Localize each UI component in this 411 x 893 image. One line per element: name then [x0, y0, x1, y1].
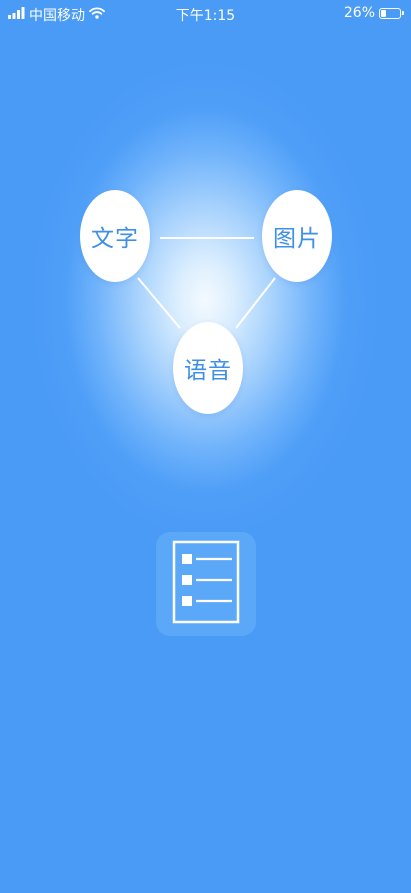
- image-mode-button[interactable]: 图片: [262, 190, 332, 282]
- connection-lines: [137, 237, 276, 329]
- app-screen: 中国移动 下午1:15 26% 文字 图片 语音: [0, 0, 411, 893]
- link-text-voice: [137, 277, 181, 329]
- text-mode-label: 文字: [91, 226, 139, 252]
- voice-mode-label: 语音: [184, 358, 232, 384]
- image-mode-label: 图片: [273, 226, 321, 252]
- voice-mode-button[interactable]: 语音: [173, 322, 243, 414]
- list-button[interactable]: [156, 532, 256, 636]
- link-image-voice: [235, 277, 276, 329]
- text-mode-button[interactable]: 文字: [80, 190, 150, 282]
- list-icon: [172, 540, 240, 628]
